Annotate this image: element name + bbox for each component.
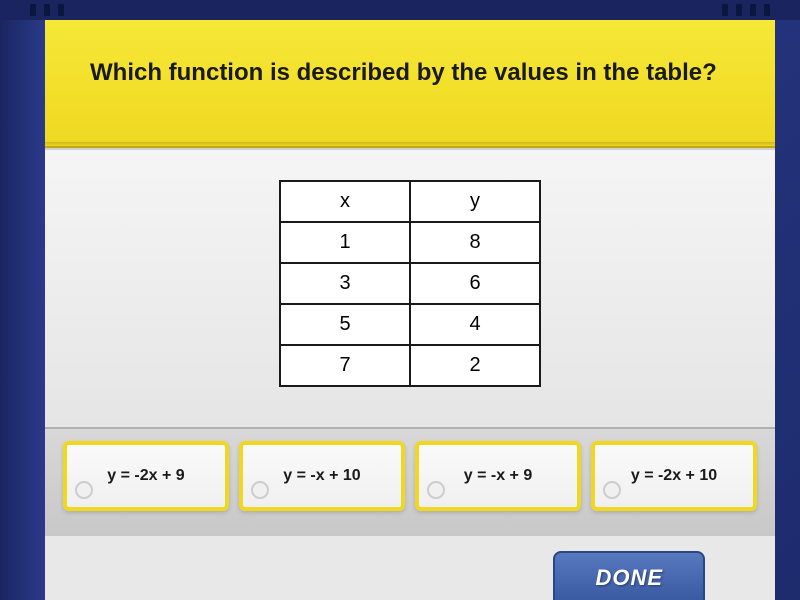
table-cell-y: 8: [410, 222, 540, 263]
table-cell-y: 2: [410, 345, 540, 386]
table-row: 3 6: [280, 263, 540, 304]
answer-label: y = -2x + 9: [107, 467, 184, 484]
answer-option-3[interactable]: y = -x + 9: [415, 441, 581, 511]
table-cell-y: 4: [410, 304, 540, 345]
table-cell-x: 3: [280, 263, 410, 304]
table-header-row: x y: [280, 181, 540, 222]
table-header-y: y: [410, 181, 540, 222]
done-button[interactable]: DONE: [553, 551, 705, 600]
done-button-label: DONE: [595, 565, 663, 590]
answer-option-1[interactable]: y = -2x + 9: [63, 441, 229, 511]
table-cell-x: 7: [280, 345, 410, 386]
table-cell-y: 6: [410, 263, 540, 304]
table-header-x: x: [280, 181, 410, 222]
table-row: 1 8: [280, 222, 540, 263]
answer-label: y = -x + 9: [464, 467, 533, 484]
answer-label: y = -x + 10: [283, 467, 360, 484]
table-cell-x: 5: [280, 304, 410, 345]
content-area: x y 1 8 3 6 5 4 7 2: [45, 148, 775, 427]
quiz-container: Which function is described by the value…: [45, 20, 775, 600]
answer-label: y = -2x + 10: [631, 467, 717, 484]
values-table: x y 1 8 3 6 5 4 7 2: [279, 180, 541, 387]
table-row: 5 4: [280, 304, 540, 345]
table-cell-x: 1: [280, 222, 410, 263]
question-text: Which function is described by the value…: [90, 55, 730, 91]
table-row: 7 2: [280, 345, 540, 386]
device-frame-left: [0, 20, 45, 600]
answer-option-2[interactable]: y = -x + 10: [239, 441, 405, 511]
answer-option-4[interactable]: y = -2x + 10: [591, 441, 757, 511]
answers-row: y = -2x + 9 y = -x + 10 y = -x + 9 y = -…: [45, 427, 775, 536]
device-frame-top: [0, 0, 800, 20]
question-panel: Which function is described by the value…: [45, 20, 775, 148]
